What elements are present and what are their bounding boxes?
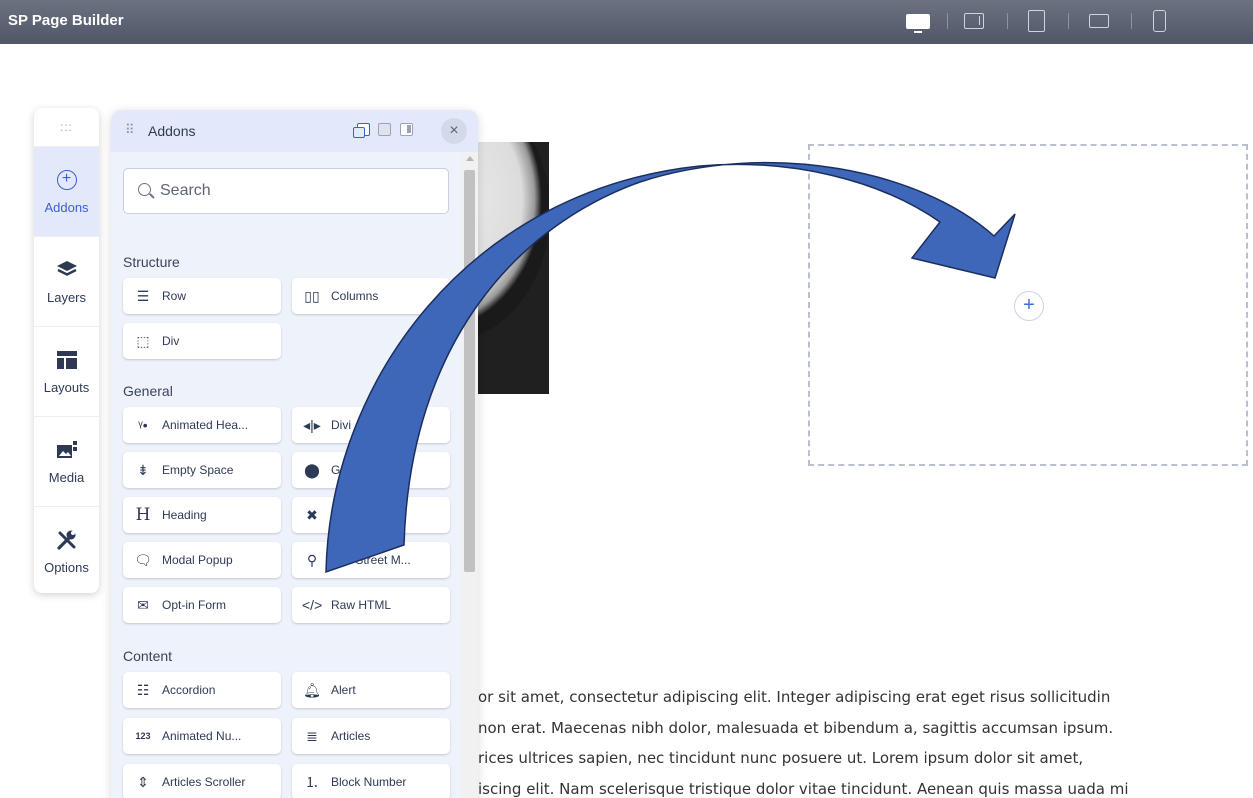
plus-circle-icon: + — [54, 168, 80, 192]
sidebar-grip[interactable]: ::: — [34, 108, 99, 146]
panel-title: Addons — [148, 123, 196, 139]
addon-articles-scroller[interactable]: ⇕ Articles Scroller — [123, 764, 281, 798]
addon-row[interactable]: ☰ Row — [123, 278, 281, 314]
close-icon[interactable]: × — [441, 118, 467, 144]
envelope-icon: ✉ — [137, 596, 149, 613]
scroll-up-arrow[interactable] — [466, 156, 474, 161]
addon-map[interactable]: ⬤ G — [292, 452, 450, 488]
columns-icon: ▯▯ — [304, 287, 320, 304]
module-icon: ✖ — [306, 506, 318, 523]
addon-div[interactable]: ⬚ Div — [123, 323, 281, 359]
sidebar-item-layouts[interactable]: Layouts — [34, 326, 99, 416]
code-icon: </> — [302, 597, 323, 613]
bell-icon: 🔔︎ — [303, 681, 321, 698]
addon-optin-form[interactable]: ✉ Opt-in Form — [123, 587, 281, 623]
sidebar-item-label: Layers — [46, 290, 87, 305]
add-addon-button[interactable]: + — [1014, 291, 1044, 321]
tools-icon — [54, 528, 80, 552]
sidebar-item-media[interactable]: Media — [34, 416, 99, 506]
addon-animated-heading[interactable]: ᵞ• Animated Hea... — [123, 407, 281, 443]
sidebar-item-layers[interactable]: Layers — [34, 236, 99, 326]
body-text-block[interactable]: or sit amet, consectetur adipiscing elit… — [478, 682, 1238, 798]
sidebar-item-label: Addons — [44, 200, 89, 215]
section-label-structure: Structure — [123, 254, 180, 270]
float-mode-icon[interactable] — [353, 123, 370, 138]
mobile-icon[interactable] — [1151, 10, 1167, 32]
heading-icon: H — [135, 505, 151, 525]
divider-icon: ◂|▸ — [303, 416, 321, 433]
addon-divider[interactable]: ◂|▸ Divi — [292, 407, 450, 443]
search-input[interactable]: Search — [123, 168, 449, 214]
sidebar-item-options[interactable]: Options — [34, 506, 99, 596]
sidebar-item-addons[interactable]: + Addons — [34, 146, 99, 236]
panel-scrollbar[interactable] — [461, 152, 478, 798]
addon-empty-space[interactable]: ⇟ Empty Space — [123, 452, 281, 488]
openstreetmap-icon: ⚲ — [306, 551, 318, 568]
addons-panel: ⠿ Addons × Search Structure ☰ Row ▯▯ Colum… — [111, 110, 478, 798]
device-separator — [1131, 13, 1132, 29]
device-separator — [947, 13, 948, 29]
empty-space-icon: ⇟ — [137, 461, 149, 478]
addon-raw-html[interactable]: </> Raw HTML — [292, 587, 450, 623]
sidebar-item-label: Layouts — [43, 380, 90, 395]
addon-block-number[interactable]: ⒈ Block Number — [292, 764, 450, 798]
desktop-icon[interactable] — [905, 10, 931, 33]
section-label-content: Content — [123, 648, 173, 664]
addon-animated-number[interactable]: 123 Animated Nu... — [123, 718, 281, 754]
app-title: SP Page Builder — [8, 12, 124, 29]
page-builder-app: SP Page Builder + or sit amet, consectet… — [0, 0, 1253, 798]
laptop-icon[interactable] — [963, 10, 985, 32]
scroller-icon: ⇕ — [137, 773, 149, 790]
body-text-line: or sit amet, consectetur adipiscing elit… — [478, 688, 1111, 706]
body-text-line: rices ultrices sapien, nec tincidunt nun… — [478, 749, 1084, 767]
addon-articles[interactable]: ≣ Articles — [292, 718, 450, 754]
addon-heading[interactable]: H Heading — [123, 497, 281, 533]
left-sidebar: ::: + Addons Layers Layouts Media Option… — [34, 108, 99, 593]
body-text-line: iscing elit. Nam scelerisque tristique d… — [478, 779, 1129, 798]
media-icon — [54, 438, 80, 462]
panel-body: Search Structure ☰ Row ▯▯ Columns ⬚ Div Gen… — [111, 152, 461, 798]
addon-alert[interactable]: 🔔︎ Alert — [292, 672, 450, 708]
scroll-thumb[interactable] — [464, 170, 475, 572]
addon-module[interactable]: ✖ ule — [292, 497, 450, 533]
div-icon: ⬚ — [136, 332, 150, 349]
animated-heading-icon: ᵞ• — [138, 417, 148, 433]
addon-accordion[interactable]: ☷ Accordion — [123, 672, 281, 708]
accordion-icon: ☷ — [136, 681, 150, 698]
top-bar: SP Page Builder — [0, 0, 1253, 44]
addon-modal-popup[interactable]: 🗨 Modal Popup — [123, 542, 281, 578]
search-icon — [138, 183, 151, 196]
sidebar-item-label: Options — [44, 560, 89, 575]
sidebar-mode-icon[interactable] — [400, 123, 413, 136]
panel-header: ⠿ Addons × — [111, 110, 478, 152]
search-placeholder: Search — [160, 182, 211, 199]
tablet-icon[interactable] — [1026, 10, 1046, 32]
number-icon: 123 — [135, 731, 151, 741]
tablet-landscape-icon[interactable] — [1088, 10, 1110, 32]
addon-openstreetmap[interactable]: ⚲ O Street M... — [292, 542, 450, 578]
device-separator — [1007, 13, 1008, 29]
addon-columns[interactable]: ▯▯ Columns — [292, 278, 450, 314]
layers-icon — [54, 258, 80, 282]
map-pin-icon: ⬤ — [304, 461, 320, 478]
drag-handle-icon[interactable]: ⠿ — [125, 122, 135, 138]
layout-icon — [54, 348, 80, 372]
block-number-icon: ⒈ — [305, 774, 319, 790]
articles-icon: ≣ — [306, 727, 318, 744]
body-text-line: non erat. Maecenas nibh dolor, malesuada… — [478, 718, 1114, 737]
row-icon: ☰ — [136, 287, 150, 304]
dock-mode-icon[interactable] — [378, 123, 391, 136]
modal-popup-icon: 🗨 — [134, 551, 152, 568]
sidebar-item-label: Media — [48, 470, 85, 485]
device-separator — [1068, 13, 1069, 29]
section-label-general: General — [123, 383, 173, 399]
